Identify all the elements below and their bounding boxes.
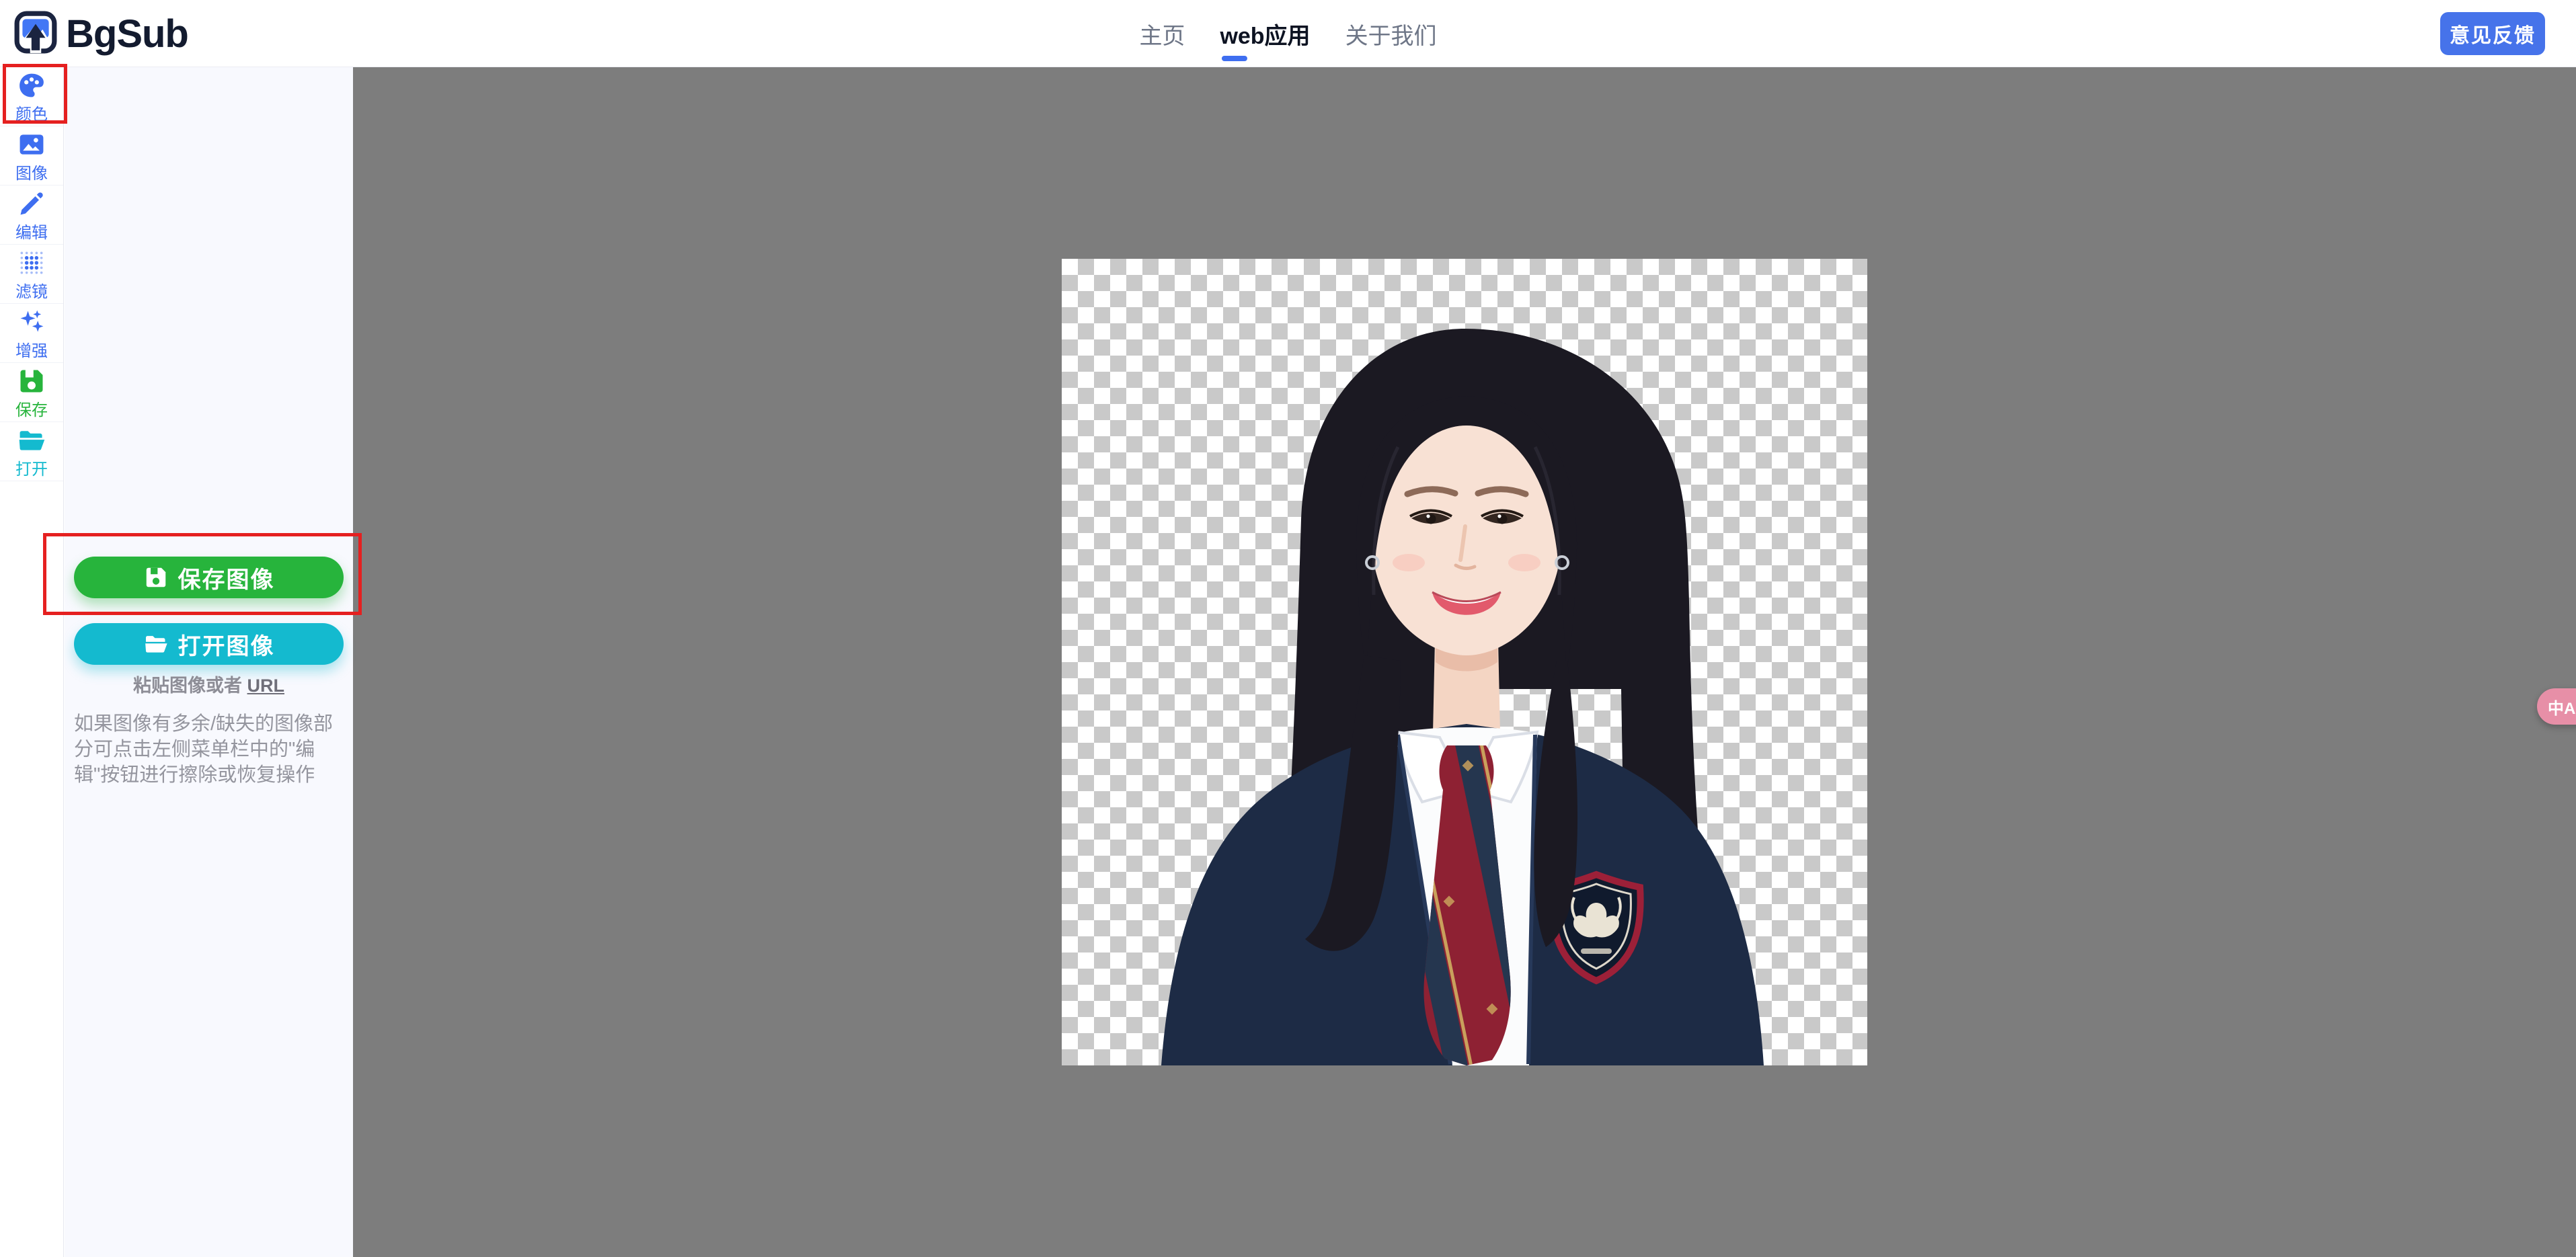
rail-label-color: 颜色 — [15, 105, 48, 124]
paste-hint-text: 粘贴图像或者 — [132, 676, 242, 696]
image-icon — [17, 130, 46, 163]
rail-item-filter[interactable]: 滤镜 — [0, 245, 63, 304]
rail-item-enhance[interactable]: 增强 — [0, 304, 63, 363]
rail-item-save[interactable]: 保存 — [0, 363, 63, 422]
feedback-button[interactable]: 意见反馈 — [2440, 12, 2545, 55]
rail-label-filter: 滤镜 — [15, 282, 48, 301]
rail-label-enhance: 增强 — [15, 341, 48, 360]
rail-label-image: 图像 — [15, 164, 48, 183]
folder-open-icon — [17, 425, 46, 458]
folder-open-icon — [145, 636, 167, 653]
bgsub-logo-icon — [13, 10, 58, 58]
rail-label-edit: 编辑 — [15, 223, 48, 242]
paste-hint: 粘贴图像或者 URL — [65, 671, 353, 697]
active-tab-indicator — [1221, 55, 1247, 61]
rail-label-save: 保存 — [15, 401, 48, 419]
tool-rail: 颜色 图像 编辑 滤镜 增强 保存 打开 — [0, 67, 64, 1257]
rail-item-color[interactable]: 颜色 — [0, 67, 63, 126]
save-image-button[interactable]: 保存图像 — [74, 557, 344, 598]
editor-canvas — [353, 67, 2576, 1257]
translate-icon: 中A — [2548, 699, 2576, 718]
portrait-photo — [1161, 329, 1764, 1065]
rail-item-edit[interactable]: 编辑 — [0, 186, 63, 245]
rail-label-open: 打开 — [15, 460, 48, 479]
nav-webapp-label: web应用 — [1220, 23, 1311, 49]
sparkles-icon — [17, 307, 46, 340]
save-image-label: 保存图像 — [178, 567, 275, 593]
filter-dots-icon — [17, 248, 46, 281]
main-nav: 主页 web应用 关于我们 — [1139, 0, 1437, 67]
rail-item-open[interactable]: 打开 — [0, 422, 63, 481]
pencil-icon — [17, 189, 46, 222]
save-icon — [146, 567, 165, 587]
save-icon — [17, 366, 46, 399]
open-image-label: 打开图像 — [178, 633, 275, 659]
paste-url-link[interactable]: URL — [247, 676, 285, 696]
brand-name: BgSub — [66, 11, 189, 56]
translate-float-button[interactable]: 中A — [2537, 688, 2576, 725]
nav-webapp[interactable]: web应用 — [1220, 17, 1311, 61]
side-panel: 保存图像 打开图像 粘贴图像或者 URL 如果图像有多余/缺失的图像部分可点击左… — [65, 67, 353, 1257]
brand-logo[interactable]: BgSub — [13, 0, 189, 67]
nav-about[interactable]: 关于我们 — [1345, 17, 1437, 50]
transparent-image-preview[interactable] — [1062, 259, 1867, 1065]
edit-help-text: 如果图像有多余/缺失的图像部分可点击左侧菜单栏中的"编辑"按钮进行擦除或恢复操作 — [74, 713, 334, 786]
nav-home[interactable]: 主页 — [1139, 17, 1185, 50]
rail-item-image[interactable]: 图像 — [0, 126, 63, 186]
header: BgSub 主页 web应用 关于我们 意见反馈 — [0, 0, 2576, 67]
open-image-button[interactable]: 打开图像 — [74, 623, 344, 665]
palette-icon — [17, 71, 46, 104]
